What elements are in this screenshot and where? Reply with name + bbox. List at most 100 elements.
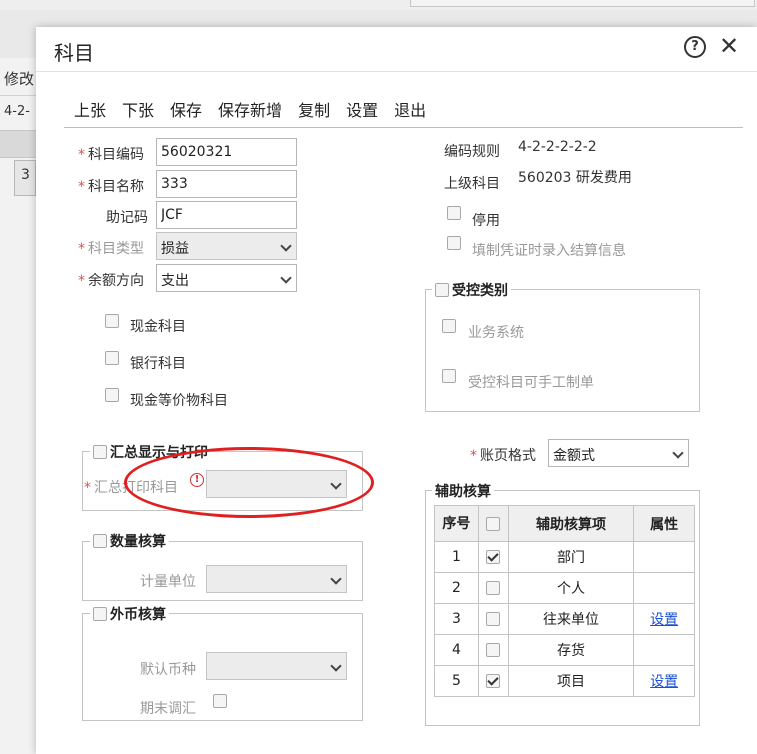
ledger-select[interactable]: 金额式 [548,439,689,467]
row-attribute [633,572,695,604]
table-row[interactable]: 3 往来单位 设置 [434,603,695,635]
controlled-category-checkbox[interactable] [435,283,449,297]
background-table-cell[interactable]: 3 [14,160,36,196]
cash-checkbox[interactable] [105,314,119,328]
background-table-header [0,130,40,158]
header-select-all [477,505,509,542]
cash-equivalent-checkbox[interactable] [105,388,119,402]
row-checkbox[interactable] [486,612,501,626]
settlement-label: 填制凭证时录入结算信息 [472,243,626,259]
controlled-category-group [425,289,700,412]
required-star: * [78,241,85,257]
unit-select[interactable] [206,565,347,593]
row-checkbox[interactable] [486,581,501,595]
settings-link[interactable]: 设置 [650,612,678,628]
aux-accounting-legend: 辅助核算 [432,481,494,501]
copy-button[interactable]: 复制 [298,97,330,121]
code-input[interactable] [156,138,297,166]
unit-label: 计量单位 [140,574,196,590]
background-modify-label: 修改 [4,70,35,88]
chevron-down-icon [330,660,342,672]
aux-accounting-table: 序号 辅助核算项 属性 1 部门 2 个人 3 往来单位 设置 4 存货 5 项… [434,505,695,697]
settlement-checkbox[interactable] [447,236,461,250]
help-icon[interactable]: ? [684,36,706,58]
select-all-checkbox[interactable] [486,516,501,531]
prev-button[interactable]: 上张 [74,97,106,121]
required-star: * [78,273,85,289]
direction-label: * 余额方向 [78,273,144,289]
foreign-currency-checkbox[interactable] [93,607,107,621]
row-checkbox[interactable] [486,643,501,657]
quantity-legend: 数量核算 [90,531,169,551]
type-label: * 科目类型 [78,241,144,257]
exit-button[interactable]: 退出 [394,97,426,121]
table-row[interactable]: 5 项目 设置 [434,665,695,697]
required-star: * [84,480,91,496]
type-select[interactable]: 损益 [156,232,297,260]
background-search-box [410,0,755,7]
header-attribute: 属性 [633,505,695,542]
rule-value: 4-2-2-2-2-2 [518,139,597,155]
toolbar: 上张 下张 保存 保存新增 复制 设置 退出 [74,97,442,121]
parent-value: 560203 研发费用 [518,170,632,186]
settings-button[interactable]: 设置 [346,97,378,121]
row-index: 2 [434,572,479,604]
table-header-row: 序号 辅助核算项 属性 [434,505,695,542]
name-label: * 科目名称 [78,179,144,195]
row-index: 5 [434,665,479,697]
title-divider [36,71,757,72]
error-icon: ! [190,473,204,487]
type-value: 损益 [161,241,189,257]
period-end-checkbox[interactable] [213,694,227,708]
row-checkbox-cell [477,603,509,635]
controlled-category-title: 受控类别 [452,283,508,299]
business-system-label: 业务系统 [468,325,524,341]
business-system-checkbox[interactable] [442,319,456,333]
table-row[interactable]: 2 个人 [434,572,695,604]
row-attribute: 设置 [633,603,695,635]
table-row[interactable]: 1 部门 [434,541,695,573]
background-divider [0,95,40,96]
quantity-checkbox[interactable] [93,534,107,548]
chevron-down-icon [280,272,292,284]
summary-print-legend: 汇总显示与打印 [90,442,211,462]
header-item: 辅助核算项 [507,505,635,542]
settings-link[interactable]: 设置 [650,674,678,690]
foreign-currency-legend: 外币核算 [90,604,169,624]
direction-select[interactable]: 支出 [156,264,297,292]
summary-print-checkbox[interactable] [93,445,107,459]
save-button[interactable]: 保存 [170,97,202,121]
currency-select[interactable] [206,652,347,680]
row-item: 存货 [507,634,635,666]
ledger-value: 金额式 [553,448,595,464]
name-input[interactable] [156,170,297,198]
mnemonic-label: 助记码 [106,210,148,226]
bank-label: 银行科目 [130,356,186,372]
table-row[interactable]: 4 存货 [434,634,695,666]
manual-voucher-checkbox[interactable] [442,369,456,383]
mnemonic-input[interactable] [156,201,297,229]
dialog-title: 科目 [54,41,94,65]
required-star: * [78,147,85,163]
close-icon[interactable]: ✕ [719,33,739,59]
print-subject-select[interactable] [206,470,347,498]
row-checkbox[interactable] [486,550,501,564]
required-star: * [470,448,477,464]
row-index: 4 [434,634,479,666]
background-rule-label: 4-2- [4,104,30,119]
next-button[interactable]: 下张 [122,97,154,121]
chevron-down-icon [330,478,342,490]
toolbar-divider [64,127,743,128]
row-checkbox-cell [477,665,509,697]
disable-checkbox[interactable] [447,206,461,220]
save-new-button[interactable]: 保存新增 [218,97,282,121]
row-checkbox[interactable] [486,674,501,688]
cash-equivalent-label: 现金等价物科目 [130,393,228,409]
row-item: 项目 [507,665,635,697]
row-index: 3 [434,603,479,635]
row-item: 个人 [507,572,635,604]
bank-checkbox[interactable] [105,351,119,365]
row-item: 部门 [507,541,635,573]
chevron-down-icon [280,240,292,252]
currency-label: 默认币种 [140,662,196,678]
